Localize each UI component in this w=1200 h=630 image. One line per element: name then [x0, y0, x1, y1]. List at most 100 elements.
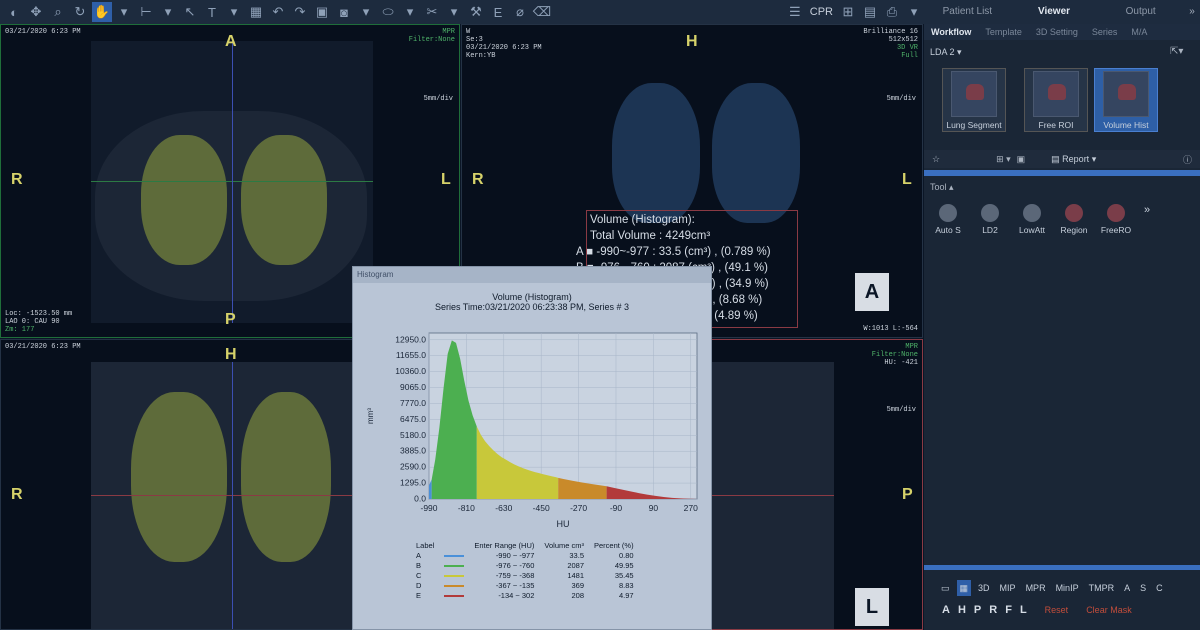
- x-tick-label: -450: [533, 503, 550, 513]
- workflow-volume-hist[interactable]: Volume Hist: [1094, 68, 1158, 132]
- undo-icon[interactable]: ↶: [268, 2, 288, 22]
- view-mpr[interactable]: MPR: [1023, 580, 1049, 596]
- view-mip[interactable]: MIP: [997, 580, 1019, 596]
- orient-f-button[interactable]: F: [1005, 604, 1012, 616]
- tab-workflow[interactable]: Workflow: [924, 24, 978, 40]
- sagittal-filter: Filter:None: [871, 351, 918, 359]
- tool-auto-s[interactable]: Auto S: [930, 204, 966, 235]
- tab-patient-list[interactable]: Patient List: [924, 0, 1011, 24]
- dropdown-arrow-icon[interactable]: ▾: [356, 2, 376, 22]
- view-s[interactable]: S: [1137, 580, 1149, 596]
- add-icon[interactable]: ⊞: [838, 2, 858, 22]
- clear-mask-button[interactable]: Clear Mask: [1086, 605, 1132, 615]
- workflow-lung-segment[interactable]: Lung Segment: [942, 68, 1006, 132]
- quad-layout-icon[interactable]: ▦: [956, 580, 972, 596]
- vr-kern: Kern:YB: [466, 52, 496, 60]
- collapse-handle[interactable]: [924, 170, 1200, 176]
- view-c[interactable]: C: [1153, 580, 1166, 596]
- collapse-icon[interactable]: ▴: [949, 182, 954, 192]
- pan-icon[interactable]: ✥: [26, 2, 46, 22]
- tool-lowatt[interactable]: LowAtt: [1014, 204, 1050, 235]
- orient-r-button[interactable]: R: [989, 604, 997, 616]
- wand-icon[interactable]: ⚒: [466, 2, 486, 22]
- cpr-button[interactable]: CPR: [807, 6, 836, 18]
- zoom-icon[interactable]: ⌕: [48, 2, 68, 22]
- orientation-cube[interactable]: A: [855, 273, 889, 311]
- grid-layout-icon[interactable]: ▦: [246, 2, 266, 22]
- tab-3d-setting[interactable]: 3D Setting: [1029, 24, 1085, 40]
- single-layout-icon[interactable]: ▭: [938, 580, 953, 596]
- layout-icon[interactable]: ▤: [860, 2, 880, 22]
- histogram-titlebar[interactable]: Histogram: [353, 267, 711, 283]
- double-chevron-right-icon[interactable]: »: [1184, 0, 1200, 24]
- pointer-icon[interactable]: ↖: [180, 2, 200, 22]
- histogram-window[interactable]: Histogram Volume (Histogram) Series Time…: [352, 266, 712, 630]
- eraser-icon[interactable]: ⌫: [532, 2, 552, 22]
- view-3d[interactable]: 3D: [975, 580, 993, 596]
- axial-scale: 5mm/div: [423, 95, 453, 103]
- save-icon[interactable]: ▣: [1017, 154, 1026, 165]
- add-icon[interactable]: ⊞ ▾: [996, 154, 1011, 165]
- view-tmpr[interactable]: TMPR: [1086, 580, 1118, 596]
- orient-h-button[interactable]: H: [958, 604, 966, 616]
- dropdown-arrow-icon[interactable]: ▾: [400, 2, 420, 22]
- cut-tool-icon[interactable]: ✂: [422, 2, 442, 22]
- orient-a-button[interactable]: A: [942, 604, 950, 616]
- dropdown-arrow-icon[interactable]: ▾: [904, 2, 924, 22]
- orient-l-button[interactable]: L: [1020, 604, 1027, 616]
- edit-mask-icon[interactable]: E: [488, 2, 508, 22]
- tool-region[interactable]: Region: [1056, 204, 1092, 235]
- orient-p-button[interactable]: P: [974, 604, 981, 616]
- row-percent: 35.45: [614, 571, 634, 580]
- more-tools-icon[interactable]: »: [1140, 204, 1154, 235]
- orient-left: R: [11, 171, 23, 188]
- row-swatch: [439, 561, 469, 571]
- text-annotation-icon[interactable]: T: [202, 2, 222, 22]
- sub-tabs: Workflow Template 3D Setting Series M/A: [924, 24, 1200, 40]
- report-button[interactable]: ▤ Report ▾: [1051, 154, 1096, 165]
- ruler-icon[interactable]: ⊢: [136, 2, 156, 22]
- lda-selector[interactable]: LDA 2 ▾: [930, 47, 962, 58]
- collapse-handle-bottom[interactable]: [924, 565, 1200, 570]
- view-a[interactable]: A: [1121, 580, 1133, 596]
- tool-ld2[interactable]: LD2: [972, 204, 1008, 235]
- dropdown-arrow-icon[interactable]: ▾: [224, 2, 244, 22]
- star-icon[interactable]: ☆: [932, 154, 940, 165]
- tab-output[interactable]: Output: [1097, 0, 1184, 24]
- tool-freero[interactable]: FreeRO: [1098, 204, 1134, 235]
- tab-series[interactable]: Series: [1085, 24, 1125, 40]
- reset-button[interactable]: Reset: [1045, 605, 1069, 615]
- export-icon[interactable]: ⇱▾: [1170, 46, 1183, 57]
- rotate-icon[interactable]: ↻: [70, 2, 90, 22]
- list-icon[interactable]: ☰: [785, 2, 805, 22]
- auto-segment-icon: [939, 204, 957, 222]
- capsule-icon[interactable]: ⬭: [378, 2, 398, 22]
- workflow-free-roi[interactable]: Free ROI: [1024, 68, 1088, 132]
- orientation-cube[interactable]: L: [855, 588, 889, 626]
- window-level-icon[interactable]: ◐: [4, 2, 24, 22]
- crosshair-horizontal[interactable]: [712, 495, 834, 496]
- move-tool-icon[interactable]: ✋: [92, 2, 112, 22]
- sagittal-type: MPR: [905, 343, 918, 351]
- y-tick-label: 3885.0: [400, 446, 426, 456]
- screenshot-icon[interactable]: ▣: [312, 2, 332, 22]
- crosshair-vertical[interactable]: [232, 41, 233, 323]
- redo-icon[interactable]: ↷: [290, 2, 310, 22]
- tab-viewer[interactable]: Viewer: [1011, 0, 1098, 24]
- tab-template[interactable]: Template: [978, 24, 1029, 40]
- dropdown-arrow-icon[interactable]: ▾: [114, 2, 134, 22]
- vr-mode: 3D VR: [896, 44, 918, 52]
- histogram-chart: 0.0 1295.0 2590.0 3885.0 5180.0 6475.0 7770.0 9…: [366, 332, 698, 529]
- crosshair-vertical[interactable]: [232, 362, 233, 629]
- capture-icon[interactable]: ⎙: [882, 2, 902, 22]
- free-roi-thumbnail: [1033, 71, 1079, 117]
- info-icon[interactable]: ⓘ: [1183, 153, 1192, 166]
- dropdown-arrow-icon[interactable]: ▾: [444, 2, 464, 22]
- view-minip[interactable]: MinIP: [1053, 580, 1082, 596]
- right-lung: [131, 392, 227, 562]
- tab-ma[interactable]: M/A: [1124, 24, 1154, 40]
- brush-icon[interactable]: ⌀: [510, 2, 530, 22]
- y-tick-label: 12950.0: [395, 334, 426, 344]
- dropdown-arrow-icon[interactable]: ▾: [158, 2, 178, 22]
- frame-icon[interactable]: ◙: [334, 2, 354, 22]
